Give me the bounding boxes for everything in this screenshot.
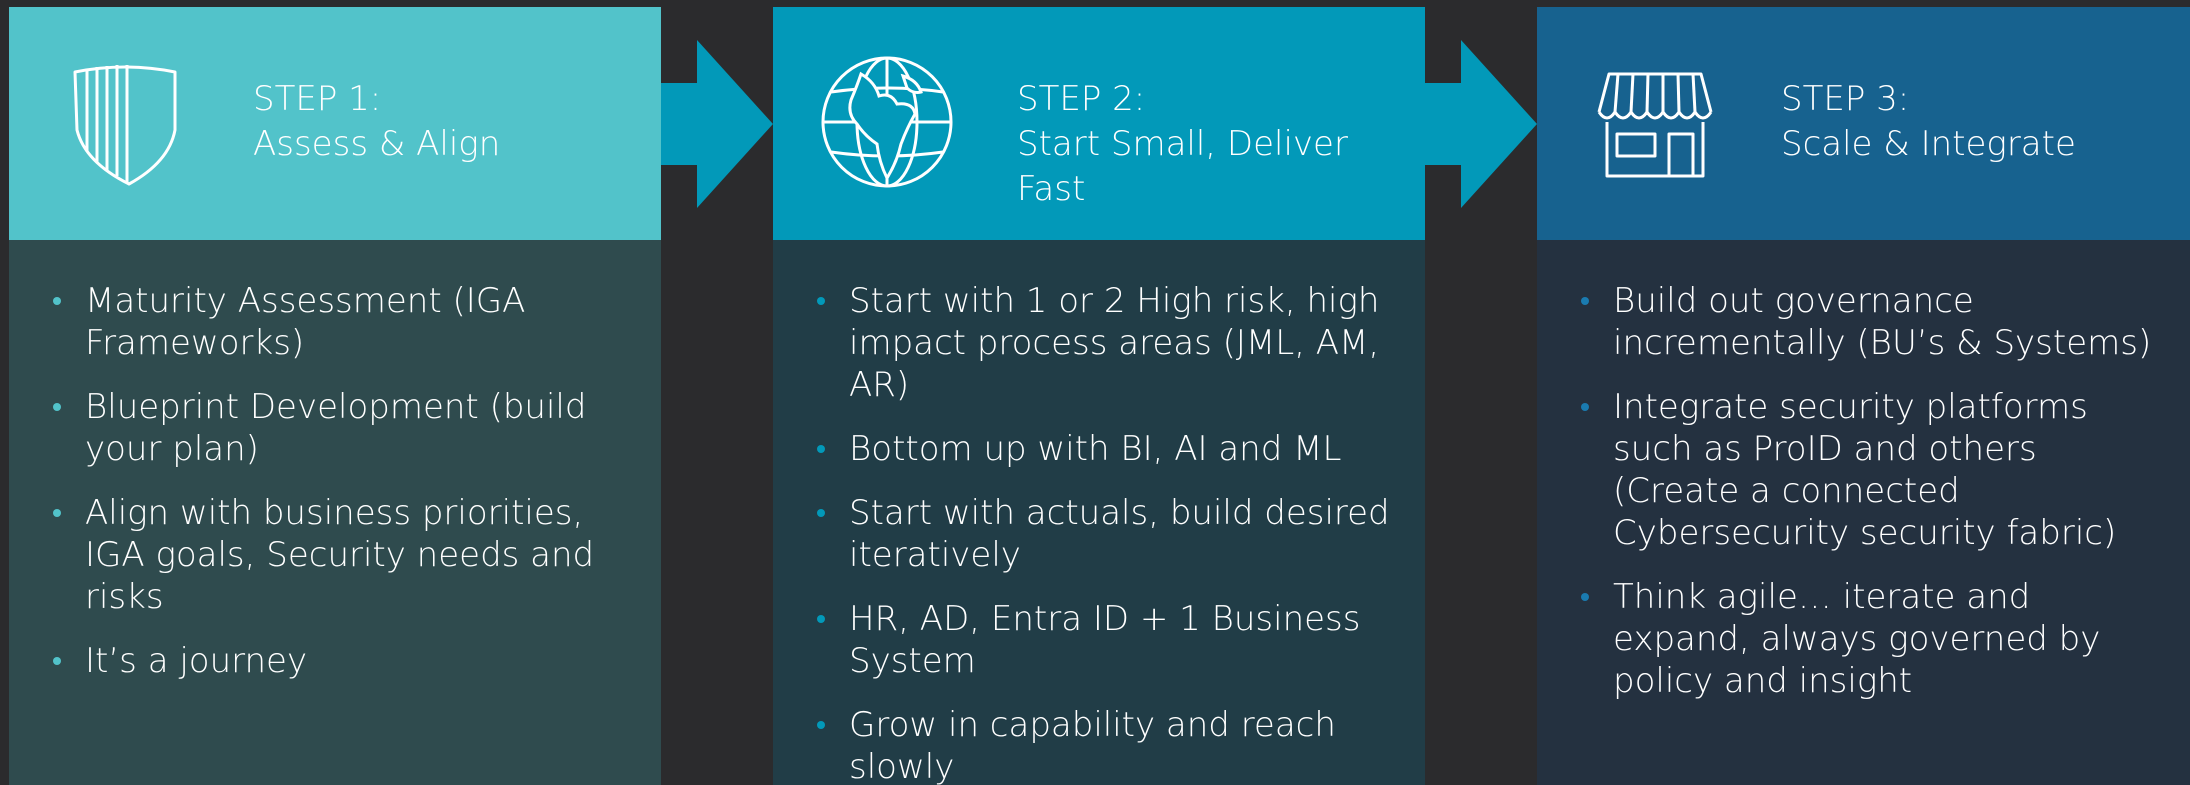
step-1-number: STEP 1: [253,79,382,119]
process-diagram: STEP 1: Assess & Align Maturity Assessme… [0,0,2190,785]
storefront-icon [1585,52,1725,192]
bullet-dot-icon [817,615,825,623]
step-3-header: STEP 3: Scale & Integrate [1537,7,2190,240]
shield-icon [59,52,199,192]
bullet-dot-icon [53,403,61,411]
step-2-bullet-list: Start with 1 or 2 High risk, high impact… [773,240,1425,785]
step-3-body: Build out governance incrementally (BU’s… [1537,240,2190,785]
bullet-dot-icon [817,509,825,517]
step-3-bullet-list: Build out governance incrementally (BU’s… [1537,240,2190,702]
list-item: Think agile… iterate and expand, always … [1581,576,2166,702]
bullet-dot-icon [53,657,61,665]
step-1-body: Maturity Assessment (IGA Frameworks) Blu… [9,240,661,785]
list-item: Start with actuals, build desired iterat… [817,492,1401,576]
step-1-bullet-list: Maturity Assessment (IGA Frameworks) Blu… [9,240,661,682]
arrow-right-icon [661,40,773,208]
list-item: Align with business priorities, IGA goal… [53,492,637,618]
bullet-dot-icon [817,297,825,305]
step-1-header: STEP 1: Assess & Align [9,7,661,240]
bullet-dot-icon [817,445,825,453]
step-2-header: STEP 2: Start Small, Deliver Fast [773,7,1425,240]
step-2-number: STEP 2: [1017,79,1146,119]
step-2-label: STEP 2: Start Small, Deliver Fast [1017,77,1407,212]
globe-icon [817,52,957,192]
arrow-right-icon [1425,40,1537,208]
step-2-body: Start with 1 or 2 High risk, high impact… [773,240,1425,785]
list-item: Integrate security platforms such as Pro… [1581,386,2166,554]
list-item: Bottom up with BI, AI and ML [817,428,1401,470]
step-3-label: STEP 3: Scale & Integrate [1781,77,2171,167]
bullet-dot-icon [1581,297,1589,305]
bullet-dot-icon [53,509,61,517]
list-item: Grow in capability and reach slowly [817,704,1401,785]
step-1-title: Assess & Align [253,124,501,164]
step-1-label: STEP 1: Assess & Align [253,77,643,167]
bullet-dot-icon [817,721,825,729]
step-3-title: Scale & Integrate [1781,124,2076,164]
list-item: Start with 1 or 2 High risk, high impact… [817,280,1401,406]
bullet-dot-icon [1581,593,1589,601]
bullet-dot-icon [1581,403,1589,411]
bullet-dot-icon [53,297,61,305]
step-2-title: Start Small, Deliver Fast [1017,124,1348,209]
list-item: HR, AD, Entra ID + 1 Business System [817,598,1401,682]
list-item: Build out governance incrementally (BU’s… [1581,280,2166,364]
step-3-number: STEP 3: [1781,79,1910,119]
list-item: Maturity Assessment (IGA Frameworks) [53,280,637,364]
list-item: It’s a journey [53,640,637,682]
list-item: Blueprint Development (build your plan) [53,386,637,470]
